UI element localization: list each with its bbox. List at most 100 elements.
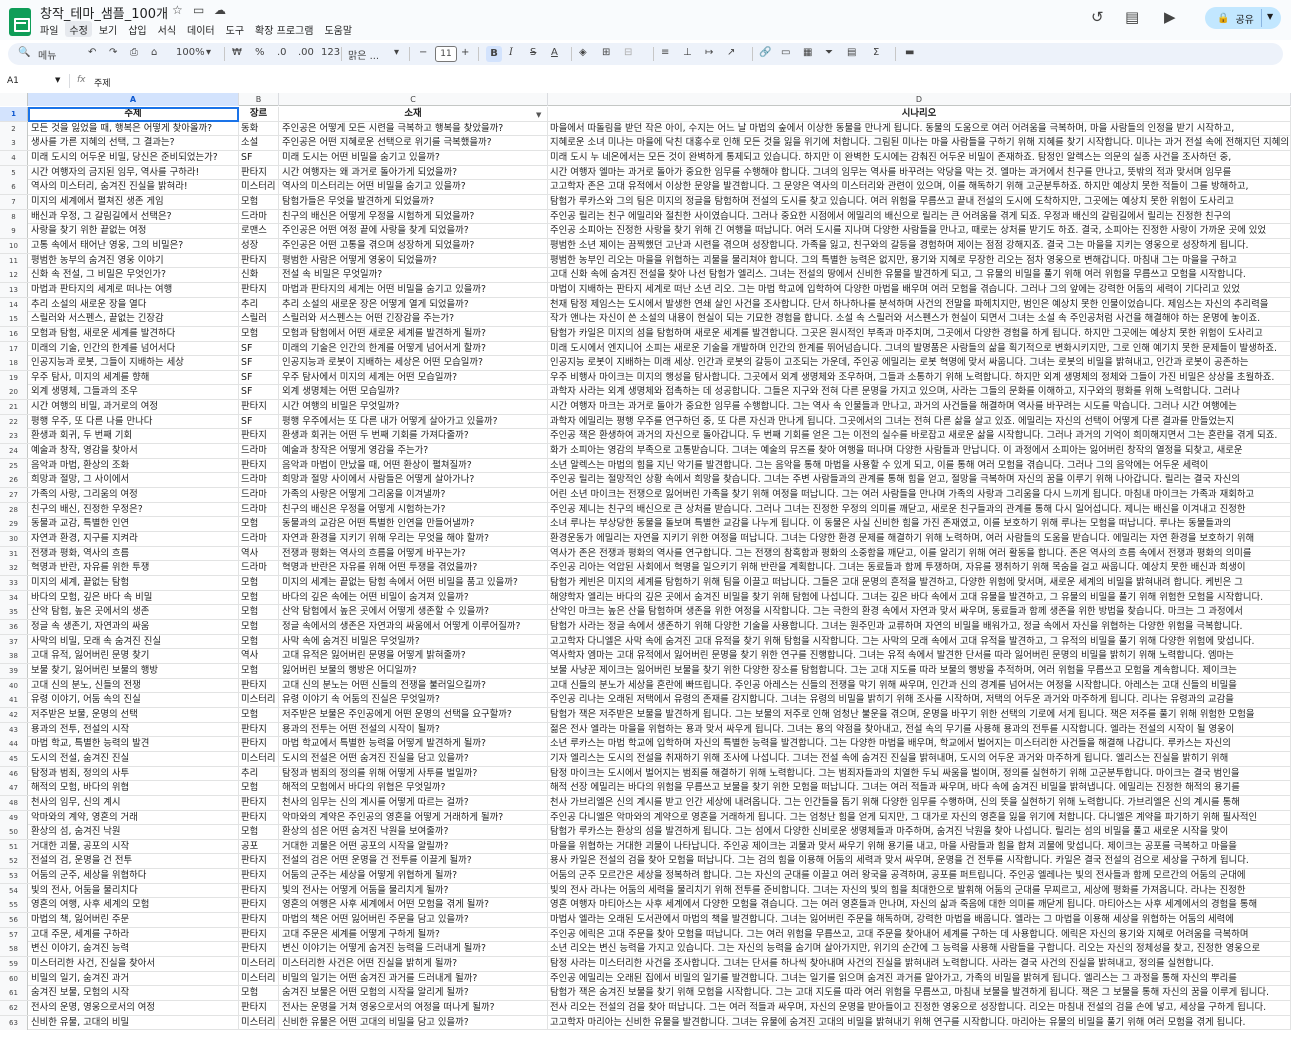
cell-theme[interactable]: 자연과 환경, 지구를 지켜라 — [28, 532, 239, 547]
cell-genre[interactable]: 미스터리 — [239, 1015, 279, 1030]
functions-icon[interactable]: Σ — [873, 47, 879, 58]
comment-icon[interactable]: ▭ — [781, 47, 790, 58]
cell-scenario[interactable]: 영혼 여행자 마티아스는 사후 세계에서 다양한 모험을 겪습니다. 그는 여러… — [548, 898, 1291, 913]
cell-scenario[interactable]: 역사가 존은 전쟁과 평화의 역사를 연구합니다. 그는 전쟁의 참혹함과 평화… — [548, 546, 1291, 561]
menu-item[interactable]: 도구 — [222, 21, 248, 37]
merge-cells-icon[interactable]: ⊟ — [624, 47, 632, 58]
cell-genre[interactable]: 미스터리 — [239, 693, 279, 708]
cell-genre[interactable]: 모험 — [239, 634, 279, 649]
cell-material[interactable]: 친구의 배신은 우정을 어떻게 시험하는가? — [279, 502, 548, 517]
cell-theme[interactable]: 미래 도시의 어두운 비밀, 당신은 준비되었는가? — [28, 150, 239, 165]
text-wrap-icon[interactable]: ↦ — [705, 47, 713, 58]
chevron-down-icon[interactable]: ▼ — [536, 111, 541, 119]
cell-scenario[interactable]: 어린 소년 마이크는 전쟁으로 잃어버린 가족을 찾기 위해 여정을 떠납니다.… — [548, 488, 1291, 503]
row-number[interactable]: 6 — [0, 180, 28, 195]
cell-theme[interactable]: 탐정과 범죄, 정의의 사투 — [28, 766, 239, 781]
cell-scenario[interactable]: 어둠의 군주 모르간은 세상을 정복하려 합니다. 그는 자신의 군대를 이끌고… — [548, 869, 1291, 884]
cell-scenario[interactable]: 미래 도시에서 엔지니어 소피는 새로운 기술을 개발하며 인간의 한계를 뛰어… — [548, 341, 1291, 356]
cell-material[interactable]: 친구의 배신은 어떻게 우정을 시험하게 되었을까? — [279, 209, 548, 224]
cell-material[interactable]: 산악 탐험에서 높은 곳에서 어떻게 생존할 수 있을까? — [279, 605, 548, 620]
row-number[interactable]: 16 — [0, 326, 28, 341]
cell-scenario[interactable]: 마법사 엘라는 오래된 도서관에서 마법의 책을 발견합니다. 그녀는 잃어버린… — [548, 913, 1291, 928]
cell-scenario[interactable]: 환경운동가 에밀리는 자연을 지키기 위한 여정을 떠납니다. 그녀는 다양한 … — [548, 532, 1291, 547]
menu-item[interactable]: 보기 — [95, 21, 121, 37]
cell-scenario[interactable]: 전사 리오는 전설의 검을 찾아 떠납니다. 그는 여러 적들과 싸우며, 자신… — [548, 1001, 1291, 1016]
share-button[interactable]: 🔒 공유 ▼ — [1205, 7, 1281, 29]
menu-item[interactable]: 확장 프로그램 — [251, 21, 317, 37]
cell-theme[interactable]: 미래의 기술, 인간의 한계를 넘어서다 — [28, 341, 239, 356]
cell-genre[interactable]: 판타지 — [239, 282, 279, 297]
row-number[interactable]: 62 — [0, 1001, 28, 1016]
cell-scenario[interactable]: 탐험가 사라는 정글 속에서 생존하기 위해 다양한 기술을 사용합니다. 그녀… — [548, 619, 1291, 634]
text-color-icon[interactable]: A — [551, 47, 558, 58]
cell-genre[interactable]: 성장 — [239, 238, 279, 253]
decrease-font-size-icon[interactable]: − — [419, 47, 427, 58]
cell-genre[interactable]: 공포 — [239, 839, 279, 854]
row-number[interactable]: 45 — [0, 751, 28, 766]
cell-theme[interactable]: 친구의 배신, 진정한 우정은? — [28, 502, 239, 517]
cell-scenario[interactable]: 고대 신화 속에 숨겨진 전설을 찾아 나선 탐험가 엘리스. 그녀는 전설의 … — [548, 268, 1291, 283]
cell-scenario[interactable]: 작가 앤나는 자신이 쓴 소설의 내용이 현실이 되는 기묘한 경험을 합니다.… — [548, 312, 1291, 327]
cell-scenario[interactable]: 시간 여행자 엘마는 과거로 돌아가 중요한 임무를 수행해야 합니다. 그녀의… — [548, 165, 1291, 180]
menu-item[interactable]: 도움말 — [320, 21, 356, 37]
cell-material[interactable]: 해적의 모험에서 바다의 위협은 무엇일까? — [279, 781, 548, 796]
cell-material[interactable]: 미지의 세계는 끝없는 탐험 속에서 어떤 비밀을 품고 있을까? — [279, 576, 548, 590]
comments-icon[interactable]: ▤ — [1125, 8, 1139, 26]
cell-scenario[interactable]: 미래 도시 누 네온에서는 모든 것이 완벽하게 통제되고 있습니다. 하지만 … — [548, 150, 1291, 165]
cell-genre[interactable]: 모험 — [239, 576, 279, 590]
cell-scenario[interactable]: 주인공 리아는 억압된 사회에서 혁명을 일으키기 위해 반란을 계획합니다. … — [548, 561, 1291, 576]
cell-genre[interactable]: 판타지 — [239, 165, 279, 180]
cell-material[interactable]: 주인공은 어떤 고통을 겪으며 성장하게 되었을까? — [279, 238, 548, 253]
cell-genre[interactable]: 모험 — [239, 781, 279, 796]
cell-genre[interactable]: 드라마 — [239, 502, 279, 517]
cell-theme[interactable]: 고대 유적, 잃어버린 문명 찾기 — [28, 649, 239, 664]
cell-genre[interactable]: SF — [239, 356, 279, 371]
cell-scenario[interactable]: 주인공 에릭은 고대 주문을 찾아 모험을 떠납니다. 그는 여러 위험을 무릅… — [548, 927, 1291, 942]
cell-genre[interactable]: 판타지 — [239, 1001, 279, 1016]
cell-scenario[interactable]: 지혜로운 소녀 미나는 마을에 닥친 대홍수로 인해 모든 것을 잃을 위기에 … — [548, 136, 1291, 151]
cell-material[interactable]: 미래 도시는 어떤 비밀을 숨기고 있을까? — [279, 150, 548, 165]
cell-theme[interactable]: 미지의 세계, 끝없는 탐험 — [28, 576, 239, 590]
cell-scenario[interactable]: 인공지능 로봇이 지배하는 미래 세상. 인간과 로봇의 갈등이 고조되는 가운… — [548, 356, 1291, 371]
chevron-down-icon[interactable]: ▾ — [206, 47, 211, 58]
cell-material[interactable]: 전설 속 비밀은 무엇일까? — [279, 268, 548, 283]
cell-theme[interactable]: 희망과 절망, 그 사이에서 — [28, 473, 239, 488]
cell-material[interactable]: 전사는 운명을 거쳐 영웅으로서의 여정을 떠나게 될까? — [279, 1001, 548, 1016]
cell-material[interactable]: 사막 속에 숨겨진 비밀은 무엇일까? — [279, 634, 548, 649]
cell-scenario[interactable]: 천사 가브리엘은 신의 계시를 받고 인간 세상에 내려옵니다. 그는 인간들을… — [548, 795, 1291, 810]
cell-theme[interactable]: 배신과 우정, 그 갈림길에서 선택은? — [28, 209, 239, 224]
cell-scenario[interactable]: 주인공 잭은 환생하여 과거의 자신으로 돌아갑니다. 두 번째 기회를 얻은 … — [548, 429, 1291, 444]
row-number[interactable]: 30 — [0, 532, 28, 547]
cell-scenario[interactable]: 탐험가 케빈은 미지의 세계를 탐험하기 위해 팀을 이끌고 떠납니다. 그들은… — [548, 576, 1291, 590]
cell-genre[interactable]: 판타지 — [239, 253, 279, 268]
cell-theme[interactable]: 시간 여행자의 금지된 임무, 역사를 구하라! — [28, 165, 239, 180]
cell-b1[interactable]: 장르 — [239, 107, 279, 121]
more-formats-button[interactable]: 123 — [321, 47, 340, 58]
cell-material[interactable]: 전쟁과 평화는 역사의 흐름을 어떻게 바꾸는가? — [279, 546, 548, 561]
cell-theme[interactable]: 유령 이야기, 어둠 속의 진실 — [28, 693, 239, 708]
cell-theme[interactable]: 가족의 사랑, 그리움의 여정 — [28, 488, 239, 503]
cell-scenario[interactable]: 평범한 소년 제이는 끔찍했던 고난과 시련을 겪으며 성장합니다. 가족을 잃… — [548, 238, 1291, 253]
cell-genre[interactable]: 판타지 — [239, 927, 279, 942]
increase-decimal-button[interactable]: .00 — [298, 47, 314, 58]
cell-material[interactable]: 시간 여행자는 왜 과거로 돌아가게 되었을까? — [279, 165, 548, 180]
cell-material[interactable]: 빛의 전사는 어떻게 어둠을 물리치게 될까? — [279, 883, 548, 898]
cell-material[interactable]: 탐험가들은 무엇을 발견하게 되었을까? — [279, 194, 548, 209]
cell-genre[interactable]: 모험 — [239, 194, 279, 209]
cell-theme[interactable]: 사랑을 찾기 위한 끝없는 여정 — [28, 224, 239, 239]
cell-theme[interactable]: 보물 찾기, 잃어버린 보물의 행방 — [28, 663, 239, 678]
horizontal-align-icon[interactable]: ≡ — [661, 47, 669, 58]
print-icon[interactable]: ⎙ — [130, 47, 138, 58]
cell-material[interactable]: 외계 생명체는 어떤 모습일까? — [279, 385, 548, 400]
cell-scenario[interactable]: 탐정 마이크는 도시에서 벌어지는 범죄를 해결하기 위해 노력합니다. 그는 … — [548, 766, 1291, 781]
row-number[interactable]: 48 — [0, 795, 28, 810]
cell-scenario[interactable]: 보물 사냥꾼 제이크는 잃어버린 보물을 찾기 위한 다양한 장소를 탐험합니다… — [548, 663, 1291, 678]
menu-item[interactable]: 파일 — [36, 21, 62, 37]
cell-genre[interactable]: 드라마 — [239, 488, 279, 503]
document-title[interactable]: 창작_테마_샘플_100개 — [40, 3, 168, 22]
cell-material[interactable]: 미스터리한 사건은 어떤 진실을 밝히게 될까? — [279, 957, 548, 972]
cell-theme[interactable]: 시간 여행의 비밀, 과거로의 여정 — [28, 400, 239, 415]
row-number[interactable]: 7 — [0, 194, 28, 209]
cell-genre[interactable]: 판타지 — [239, 429, 279, 444]
cell-scenario[interactable]: 기자 엘리스는 도시의 전설을 취재하기 위해 조사에 나섭니다. 그녀는 전설… — [548, 751, 1291, 766]
